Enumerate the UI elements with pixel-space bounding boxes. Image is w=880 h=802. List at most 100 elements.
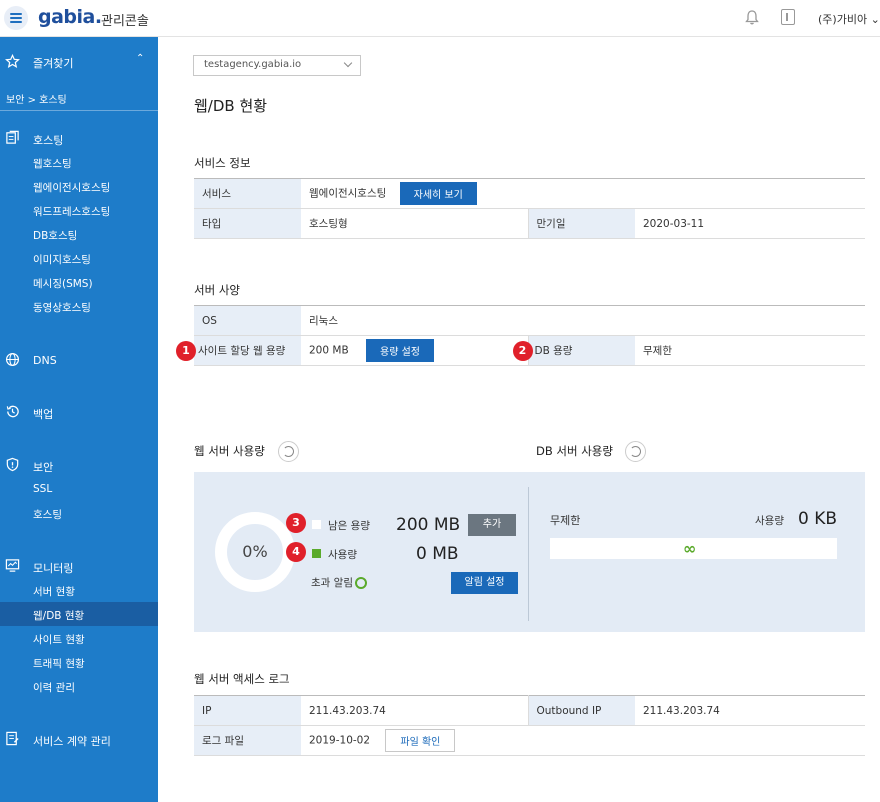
- server-spec-table: OS 리눅스 1 사이트 할당 웹 용량 200 MB 용량 설정 2 DB 용량 …: [176, 305, 865, 366]
- capacity-setting-button[interactable]: 용량 설정: [366, 339, 434, 362]
- callout-badge: 1: [176, 340, 196, 361]
- used-label: 사용량: [328, 549, 357, 561]
- refresh-icon[interactable]: [625, 441, 646, 462]
- sidebar-hosting-label: 호스팅: [33, 134, 64, 147]
- remaining-legend-icon: [312, 520, 321, 529]
- detail-view-button[interactable]: 자세히 보기: [399, 182, 477, 205]
- callout-badge: 3: [286, 513, 306, 533]
- type-value: 호스팅형: [301, 208, 528, 239]
- gabia-logo[interactable]: gabia.: [38, 6, 102, 28]
- chevron-down-icon: [343, 58, 353, 68]
- usage-donut-chart: 0%: [215, 512, 295, 592]
- sidebar-item-security-hosting[interactable]: 호스팅: [33, 507, 62, 522]
- infinity-icon: ∞: [683, 539, 697, 558]
- used-legend-icon: [312, 549, 321, 558]
- sidebar-item-traffic-status[interactable]: 트래픽 현황: [33, 656, 85, 671]
- sidebar-contract-label: 서비스 계약 관리: [33, 735, 111, 748]
- sidebar-item-web-hosting[interactable]: 웹호스팅: [33, 156, 72, 171]
- sidebar-breadcrumb[interactable]: 보안 > 호스팅: [6, 91, 67, 106]
- page-title: 웹/DB 현황: [194, 97, 268, 115]
- history-icon: [6, 405, 19, 418]
- table-row: 로그 파일 2019-10-02 파일 확인: [194, 725, 865, 756]
- expire-label: 만기일: [527, 208, 635, 239]
- table-row: 1 사이트 할당 웹 용량 200 MB 용량 설정 2 DB 용량 무제한: [176, 335, 865, 366]
- refresh-icon[interactable]: [278, 441, 299, 462]
- sidebar-item-image-hosting[interactable]: 이미지호스팅: [33, 252, 91, 267]
- log-file-cell: 2019-10-02 파일 확인: [301, 725, 865, 756]
- sidebar-item-ssl[interactable]: SSL: [33, 483, 52, 495]
- sidebar-item-web-agency-hosting[interactable]: 웹에이전시호스팅: [33, 180, 110, 195]
- db-capacity-label-cell: 2 DB 용량: [512, 335, 635, 366]
- sidebar-item-history[interactable]: 이력 관리: [33, 680, 75, 695]
- web-capacity-label-cell: 1 사이트 할당 웹 용량: [176, 335, 301, 366]
- sidebar-security-label: 보안: [33, 461, 54, 474]
- sidebar-dns-label: DNS: [33, 354, 57, 367]
- chevron-up-icon[interactable]: ⌃: [136, 53, 144, 64]
- ip-value: 211.43.203.74: [301, 695, 528, 726]
- sidebar-item-wordpress-hosting[interactable]: 워드프레스호스팅: [33, 204, 110, 219]
- top-bar: gabia. 관리콘솔 (주)가비아 ⌄: [0, 0, 880, 37]
- panel-divider: [528, 487, 529, 621]
- sidebar-item-video-hosting[interactable]: 동영상호스팅: [33, 300, 91, 315]
- ip-label: IP: [194, 695, 301, 726]
- table-row: OS 리눅스: [194, 305, 865, 336]
- view-file-button[interactable]: 파일 확인: [385, 729, 456, 752]
- table-row: IP 211.43.203.74 Outbound IP 211.43.203.…: [194, 695, 865, 726]
- sidebar-backup-label: 백업: [33, 408, 54, 421]
- web-capacity-value: 200 MB: [309, 344, 349, 357]
- service-value: 웹에이전시호스팅: [309, 187, 387, 200]
- os-value: 리눅스: [301, 305, 865, 336]
- sidebar-item-web-db-status[interactable]: 웹/DB 현황: [33, 608, 84, 623]
- user-menu[interactable]: (주)가비아 ⌄: [818, 11, 880, 27]
- usage-panel: 0% 3 남은 용량 200 MB 추가 4 사용량 0 MB 초과 알림 알림…: [194, 472, 865, 632]
- expire-value: 2020-03-11: [635, 208, 865, 239]
- db-capacity-label: DB 용량: [534, 344, 573, 357]
- domain-select-value: testagency.gabia.io: [204, 59, 302, 70]
- star-icon: [5, 54, 20, 69]
- hamburger-menu-icon[interactable]: [4, 6, 28, 30]
- web-capacity-label: 사이트 할당 웹 용량: [198, 344, 286, 357]
- sidebar-item-db-hosting[interactable]: DB호스팅: [33, 228, 77, 243]
- table-row: 서비스 웹에이전시호스팅 자세히 보기: [194, 178, 865, 209]
- sidebar-item-site-status[interactable]: 사이트 현황: [33, 632, 85, 647]
- sidebar-favorites-label: 즐겨찾기: [33, 57, 74, 70]
- alert-status-icon: [354, 577, 367, 589]
- os-label: OS: [194, 305, 301, 336]
- bell-icon[interactable]: [745, 10, 759, 25]
- notice-icon[interactable]: [781, 9, 795, 25]
- remaining-value: 200 MB: [396, 515, 461, 535]
- web-usage-title: 웹 서버 사용량: [194, 444, 265, 458]
- web-capacity-value-cell: 200 MB 용량 설정: [301, 335, 528, 366]
- outbound-ip-value: 211.43.203.74: [635, 695, 865, 726]
- globe-icon: [5, 352, 20, 367]
- callout-badge: 4: [286, 542, 306, 562]
- sidebar: 즐겨찾기 ⌃ 보안 > 호스팅 호스팅 웹호스팅 웹에이전시호스팅 워드프레스호…: [0, 37, 158, 802]
- main-content: testagency.gabia.io 웹/DB 현황 서비스 정보 서비스 웹…: [158, 37, 880, 802]
- sidebar-item-server-status[interactable]: 서버 현황: [33, 584, 75, 599]
- contract-icon: [6, 731, 19, 746]
- usage-percent: 0%: [242, 542, 268, 561]
- outbound-ip-label: Outbound IP: [527, 695, 635, 726]
- sidebar-item-messaging[interactable]: 메시징(SMS): [33, 276, 93, 291]
- shield-icon: [6, 457, 19, 472]
- service-info-title: 서비스 정보: [194, 156, 251, 170]
- db-capacity-value: 무제한: [635, 335, 865, 366]
- sidebar-monitoring-label: 모니터링: [33, 562, 74, 575]
- add-capacity-button[interactable]: 추가: [468, 514, 516, 536]
- db-usage-bar: ∞: [550, 538, 837, 559]
- alert-setting-button[interactable]: 알림 설정: [451, 572, 518, 594]
- overage-alert-label: 초과 알림: [311, 577, 353, 589]
- monitor-icon: [5, 559, 20, 572]
- db-used-value: 0 KB: [798, 509, 838, 529]
- remaining-label: 남은 용량: [328, 520, 370, 532]
- type-label: 타입: [194, 208, 301, 239]
- server-spec-title: 서버 사양: [194, 283, 240, 297]
- service-label: 서비스: [194, 178, 301, 209]
- overage-alert-row: 초과 알림: [311, 575, 367, 590]
- access-log-title: 웹 서버 액세스 로그: [194, 672, 290, 686]
- log-file-date: 2019-10-02: [309, 734, 371, 747]
- app-name: 관리콘솔: [101, 14, 149, 29]
- access-log-table: IP 211.43.203.74 Outbound IP 211.43.203.…: [194, 695, 865, 756]
- db-used-label: 사용량: [755, 515, 784, 527]
- domain-select[interactable]: testagency.gabia.io: [193, 55, 361, 76]
